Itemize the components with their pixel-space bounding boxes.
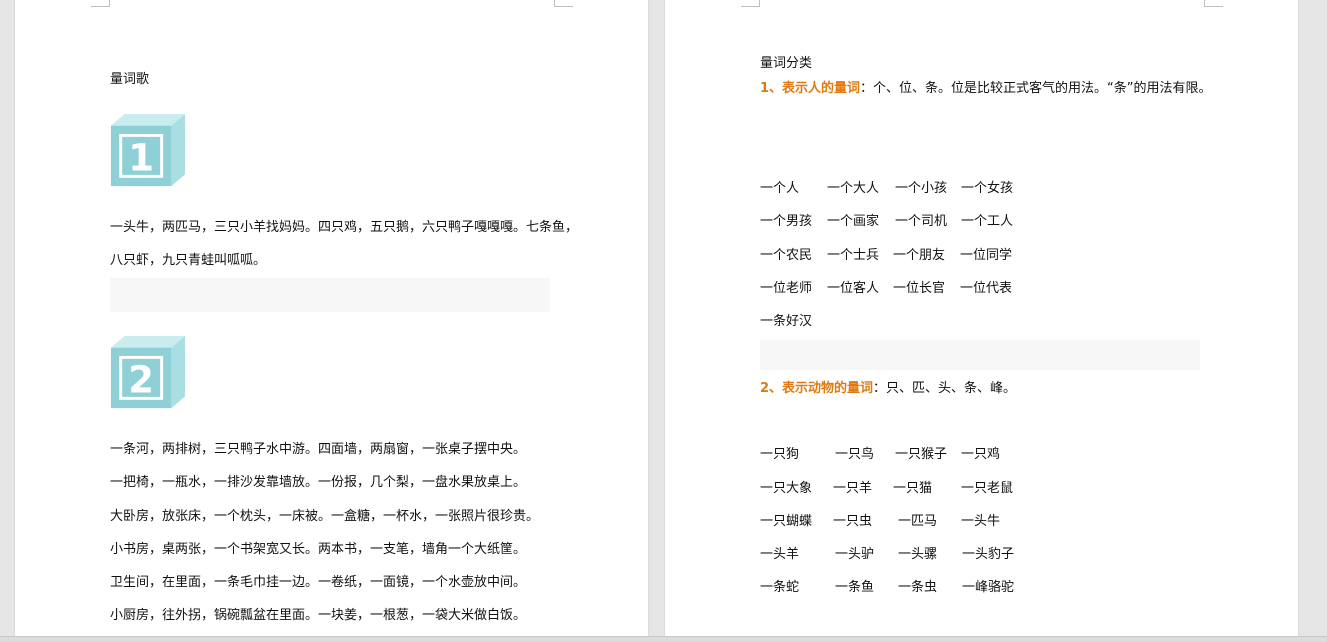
word-cell: 一个农民 bbox=[760, 248, 813, 263]
cube-number: 2 bbox=[128, 359, 154, 402]
category-2-desc: ：只、匹、头、条、峰。 bbox=[873, 381, 1017, 396]
page-corner-mark bbox=[741, 0, 760, 7]
paragraph-line: 一条河，两排树，三只鸭子水中游。四面墙，两扇窗，一张桌子摆中央。 bbox=[110, 442, 527, 457]
word-cell: 一只鸡 bbox=[961, 447, 1001, 462]
word-cell: 一位长官 bbox=[893, 281, 946, 296]
word-cell: 一个士兵 bbox=[827, 248, 880, 263]
paragraph-line: 一把椅，一瓶水，一排沙发靠墙放。一份报，几个梨，一盘水果放桌上。 bbox=[110, 475, 527, 490]
word-cell: 一只鸟 bbox=[835, 447, 875, 462]
word-cell: 一只老鼠 bbox=[961, 481, 1014, 496]
word-cell: 一位老师 bbox=[760, 281, 813, 296]
word-cell: 一条虫 bbox=[898, 580, 938, 595]
word-cell: 一只狗 bbox=[760, 447, 800, 462]
page-title: 量词歌 bbox=[110, 72, 150, 87]
paragraph-line: 八只虾，九只青蛙叫呱呱。 bbox=[110, 253, 267, 268]
word-cell: 一条蛇 bbox=[760, 580, 800, 595]
shaded-band bbox=[110, 278, 550, 312]
word-cell: 一个工人 bbox=[961, 214, 1014, 229]
word-cell: 一只虫 bbox=[833, 514, 873, 529]
category-2-line: 2、表示动物的量词：只、匹、头、条、峰。 bbox=[760, 381, 1016, 397]
word-cell: 一个女孩 bbox=[961, 181, 1014, 196]
word-cell: 一条鱼 bbox=[835, 580, 875, 595]
word-cell: 一个人 bbox=[760, 181, 800, 196]
word-cell: 一个朋友 bbox=[893, 248, 946, 263]
word-cell: 一个司机 bbox=[895, 214, 948, 229]
word-cell: 一匹马 bbox=[898, 514, 938, 529]
word-cell: 一个画家 bbox=[827, 214, 880, 229]
word-cell: 一峰骆驼 bbox=[962, 580, 1015, 595]
word-cell: 一位同学 bbox=[960, 248, 1013, 263]
word-cell: 一只猫 bbox=[893, 481, 933, 496]
shaded-band bbox=[760, 340, 1200, 370]
category-1-desc: ：个、位、条。位是比较正式客气的用法。“条”的用法有限。 bbox=[860, 81, 1212, 96]
page-title: 量词分类 bbox=[760, 56, 813, 71]
paragraph-line: 大卧房，放张床，一个枕头，一床被。一盒糖，一杯水，一张照片很珍贵。 bbox=[110, 509, 540, 524]
word-cell: 一只猴子 bbox=[895, 447, 948, 462]
category-1-heading: 1、表示人的量词 bbox=[760, 81, 861, 96]
document-page-right[interactable]: 量词分类 1、表示人的量词：个、位、条。位是比较正式客气的用法。“条”的用法有限… bbox=[665, 0, 1298, 642]
category-2-heading: 2、表示动物的量词 bbox=[760, 381, 874, 396]
word-cell: 一个大人 bbox=[827, 181, 880, 196]
status-bar bbox=[0, 636, 1327, 642]
page-corner-mark bbox=[1204, 0, 1223, 7]
paragraph-line: 一头牛，两匹马，三只小羊找妈妈。四只鸡，五只鹅，六只鸭子嘎嘎嘎。七条鱼， bbox=[110, 220, 579, 235]
number-cube-1-icon: 1 bbox=[110, 113, 186, 187]
word-cell: 一个小孩 bbox=[895, 181, 948, 196]
page-corner-mark bbox=[554, 0, 573, 7]
word-cell: 一条好汉 bbox=[760, 314, 813, 329]
number-cube-2-icon: 2 bbox=[110, 335, 186, 409]
page-corner-mark bbox=[91, 0, 110, 7]
word-cell: 一只羊 bbox=[833, 481, 873, 496]
paragraph-line: 卫生间，在里面，一条毛巾挂一边。一卷纸，一面镜，一个水壶放中间。 bbox=[110, 575, 527, 590]
word-cell: 一只大象 bbox=[760, 481, 813, 496]
word-cell: 一位代表 bbox=[960, 281, 1013, 296]
paragraph-line: 小厨房，往外拐，锅碗瓢盆在里面。一块姜，一根葱，一袋大米做白饭。 bbox=[110, 608, 527, 623]
paragraph-line: 小书房，桌两张，一个书架宽又长。两本书，一支笔，墙角一个大纸筐。 bbox=[110, 542, 527, 557]
category-1-line: 1、表示人的量词：个、位、条。位是比较正式客气的用法。“条”的用法有限。 bbox=[760, 81, 1212, 97]
word-cell: 一只蝴蝶 bbox=[760, 514, 813, 529]
word-cell: 一头牛 bbox=[961, 514, 1001, 529]
word-cell: 一头骡 bbox=[898, 547, 938, 562]
cube-number: 1 bbox=[128, 137, 154, 180]
word-cell: 一头驴 bbox=[835, 547, 875, 562]
word-cell: 一头羊 bbox=[760, 547, 800, 562]
word-cell: 一位客人 bbox=[827, 281, 880, 296]
word-cell: 一头豹子 bbox=[962, 547, 1015, 562]
word-cell: 一个男孩 bbox=[760, 214, 813, 229]
document-page-left[interactable]: 量词歌 1 一头牛，两匹马，三只小羊找妈妈。四只鸡，五只鹅，六只鸭子嘎嘎嘎。七条… bbox=[15, 0, 648, 642]
